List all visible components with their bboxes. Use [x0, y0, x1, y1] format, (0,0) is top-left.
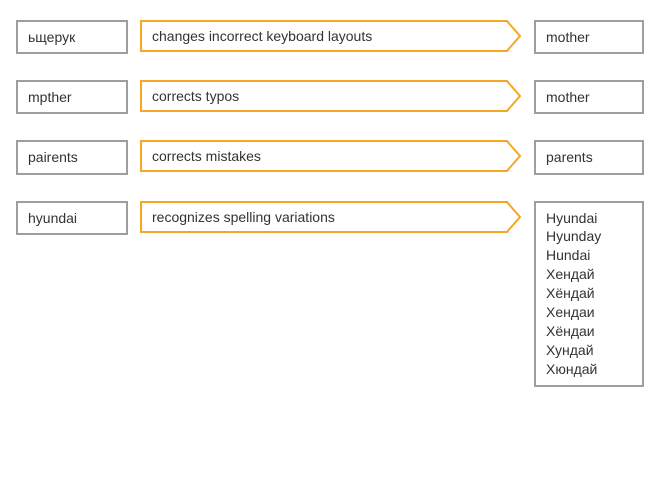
transform-label: recognizes spelling variations: [140, 201, 508, 233]
output-variation: Хендай: [546, 265, 632, 284]
output-cell: mother: [534, 20, 644, 54]
output-variation: Хундай: [546, 341, 632, 360]
transform-row: mpther corrects typos mother: [16, 80, 644, 114]
input-cell: ьщерук: [16, 20, 128, 54]
arrow-head-icon: [506, 20, 522, 52]
arrow-head-icon: [506, 201, 522, 233]
transform-label: changes incorrect keyboard layouts: [140, 20, 508, 52]
output-variation: Хёндаи: [546, 322, 632, 341]
transform-label: corrects mistakes: [140, 140, 508, 172]
input-cell: pairents: [16, 140, 128, 174]
transform-arrow: corrects mistakes: [140, 140, 522, 172]
output-variation: Hyundai: [546, 209, 632, 228]
transform-arrow: changes incorrect keyboard layouts: [140, 20, 522, 52]
output-variation: Хюндай: [546, 360, 632, 379]
output-variation: Hundai: [546, 246, 632, 265]
arrow-head-icon: [506, 140, 522, 172]
transform-arrow: recognizes spelling variations: [140, 201, 522, 233]
output-cell: parents: [534, 140, 644, 174]
transform-row: pairents corrects mistakes parents: [16, 140, 644, 174]
output-variation: Хендаи: [546, 303, 632, 322]
output-cell: mother: [534, 80, 644, 114]
transform-row: hyundai recognizes spelling variations Hyu…: [16, 201, 644, 387]
input-cell: hyundai: [16, 201, 128, 235]
arrow-head-icon: [506, 80, 522, 112]
transform-row: ьщерук changes incorrect keyboard layouts…: [16, 20, 644, 54]
input-cell: mpther: [16, 80, 128, 114]
output-cell-multi: HyundaiHyundayHundaiХендайХёндайХендаиХё…: [534, 201, 644, 387]
transform-arrow: corrects typos: [140, 80, 522, 112]
output-variation: Hyunday: [546, 227, 632, 246]
transform-label: corrects typos: [140, 80, 508, 112]
output-variation: Хёндай: [546, 284, 632, 303]
